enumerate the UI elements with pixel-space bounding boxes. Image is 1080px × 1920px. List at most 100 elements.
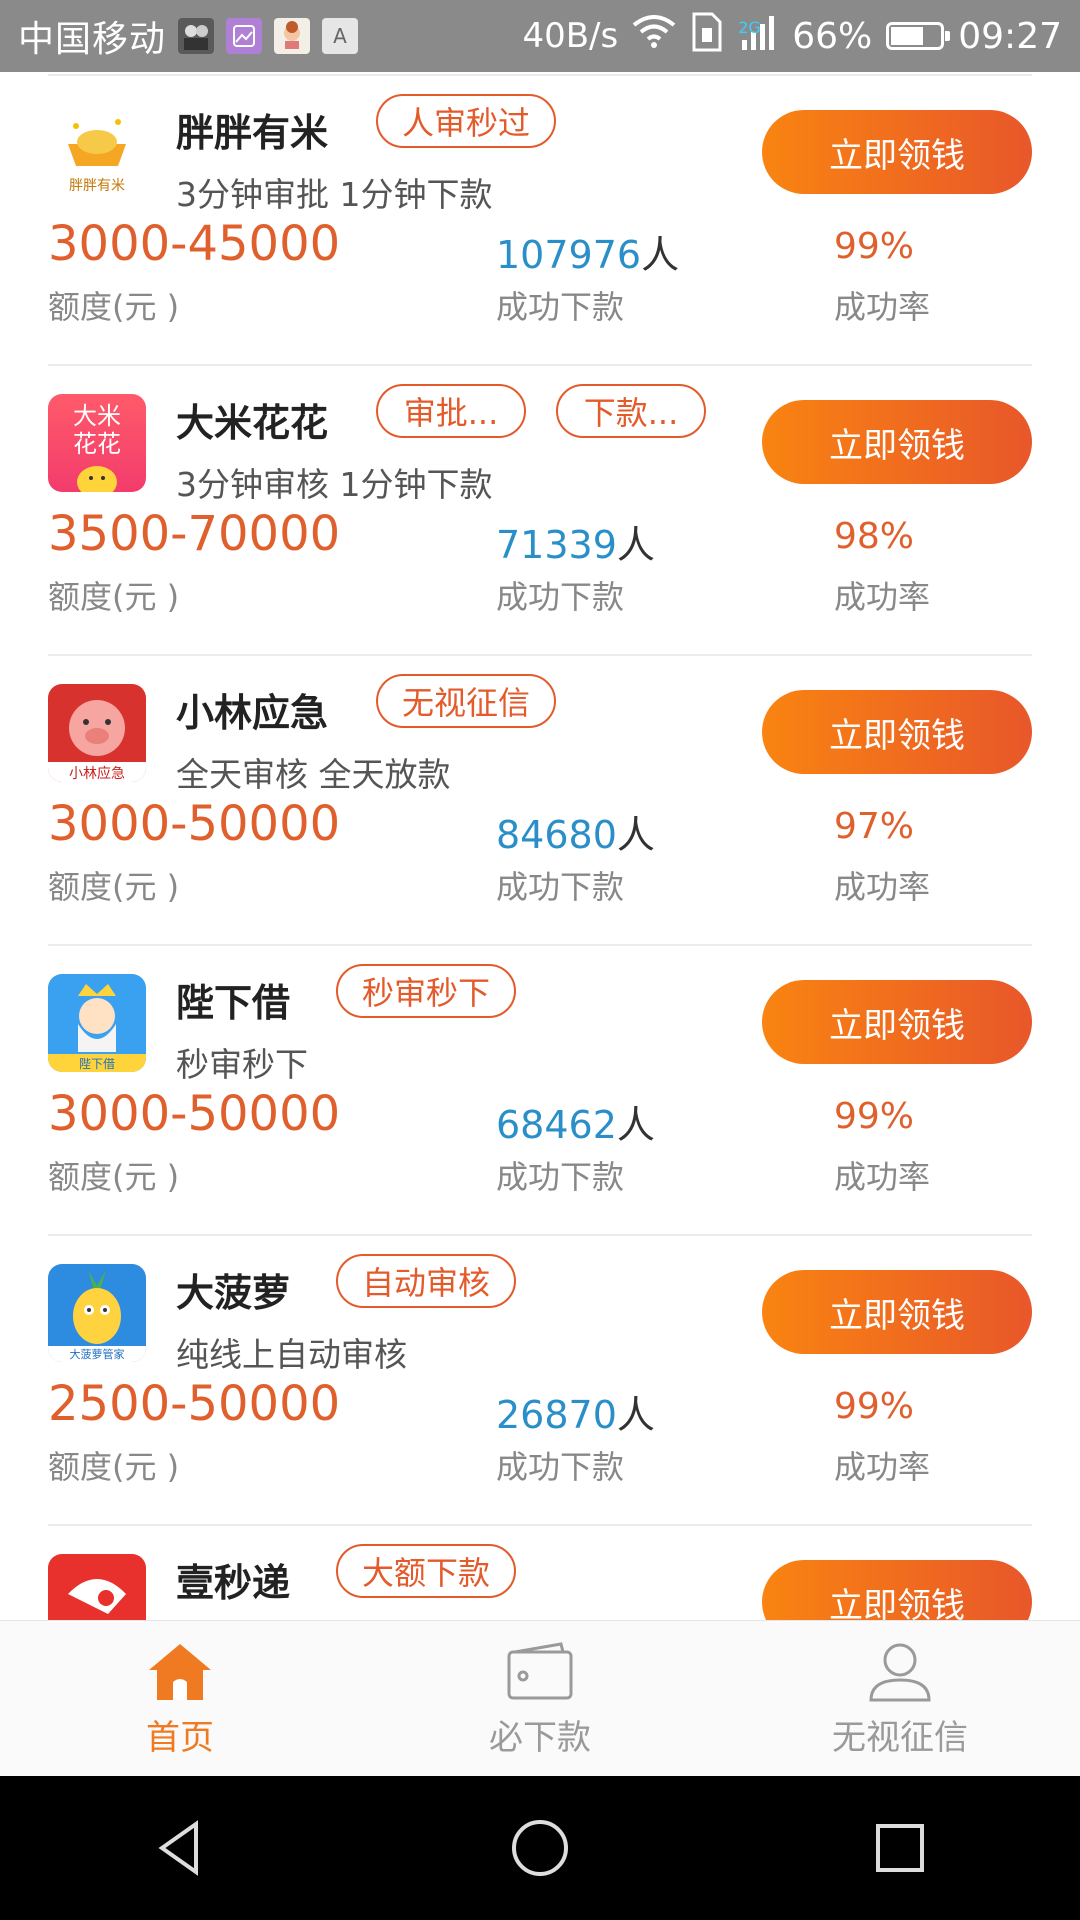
amount-label: 额度(元 ): [48, 1448, 180, 1486]
success-count-label: 成功下款: [496, 1448, 625, 1486]
success-count: 84680人: [496, 813, 655, 857]
loan-name: 陛下借: [176, 981, 291, 1025]
apply-button[interactable]: 立即领钱: [762, 980, 1032, 1064]
success-rate-label: 成功率: [834, 868, 931, 906]
loan-name: 壹秒递: [176, 1561, 291, 1605]
notification-avatar-icon: [178, 18, 215, 54]
app-logo-king-icon: 陛下借: [48, 974, 146, 1072]
apply-button[interactable]: 立即领钱: [762, 1270, 1032, 1354]
person-icon: [869, 1643, 931, 1701]
feature-tag: 审批...: [376, 384, 526, 438]
svg-text:陛下借: 陛下借: [79, 1056, 115, 1071]
loan-card[interactable]: 大菠萝管家 大菠萝 自动审核 纯线上自动审核 立即领钱 2500-50000 额…: [0, 1236, 1080, 1526]
carrier-label: 中国移动: [18, 19, 167, 60]
amount-label: 额度(元 ): [48, 868, 180, 906]
notification-keyboard-icon: A: [322, 18, 359, 54]
loan-card[interactable]: 大米 花花 大米花花 审批... 下款... 3分钟审核 1分钟下款 立即领钱 3…: [0, 366, 1080, 656]
feature-tag: 无视征信: [376, 674, 557, 728]
status-bar: 中国移动 A 40B/s 2G 66% 09:27: [0, 0, 1080, 72]
success-rate-label: 成功率: [834, 1158, 931, 1196]
success-count-label: 成功下款: [496, 578, 625, 616]
amount-label: 额度(元 ): [48, 578, 180, 616]
loan-name: 大米花花: [176, 401, 329, 445]
feature-tag: 下款...: [556, 384, 706, 438]
logo-text: 胖胖有米: [69, 178, 125, 194]
battery-icon: [886, 22, 951, 50]
success-count: 68462人: [496, 1103, 655, 1147]
loan-name: 胖胖有米: [176, 111, 329, 155]
bottom-nav: 首页 必下款 无视征信: [0, 1620, 1080, 1777]
loan-name: 大菠萝: [176, 1271, 291, 1315]
home-circle-icon[interactable]: [495, 1803, 585, 1893]
tag-group: 审批... 下款...: [376, 384, 706, 438]
tab-must-loan[interactable]: 必下款: [360, 1621, 720, 1777]
apply-button[interactable]: 立即领钱: [762, 110, 1032, 194]
amount-label: 额度(元 ): [48, 288, 180, 326]
loan-card[interactable]: 陛下借 陛下借 秒审秒下 秒审秒下 立即领钱 3000-50000 额度(元 )…: [0, 946, 1080, 1236]
loan-description: 秒审秒下: [176, 1045, 308, 1084]
svg-text:大菠萝管家: 大菠萝管家: [70, 1347, 125, 1361]
app-logo-red-icon: [48, 1554, 146, 1620]
wifi-icon: [632, 14, 676, 58]
success-count: 26870人: [496, 1393, 655, 1437]
success-count-label: 成功下款: [496, 288, 625, 326]
success-rate-label: 成功率: [834, 578, 931, 616]
loan-card[interactable]: 小林应急 小林应急 无视征信 全天审核 全天放款 立即领钱 3000-50000…: [0, 656, 1080, 946]
loan-description: 纯线上自动审核: [176, 1335, 407, 1374]
tab-label: 首页: [146, 1717, 214, 1758]
svg-text:花花: 花花: [73, 430, 121, 458]
clock: 09:27: [958, 15, 1062, 57]
notification-gallery-icon: [226, 18, 263, 54]
loan-amount-range: 3000-50000: [48, 796, 341, 852]
success-count: 107976人: [496, 233, 680, 277]
tab-ignore-credit[interactable]: 无视征信: [720, 1621, 1080, 1777]
success-count-label: 成功下款: [496, 868, 625, 906]
back-icon[interactable]: [135, 1803, 225, 1893]
app-logo-chick-icon: 大米 花花: [48, 394, 146, 492]
loan-amount-range: 3000-50000: [48, 1086, 341, 1142]
network-gen-label: 2G: [738, 17, 761, 37]
tag-group: 大额下款: [336, 1544, 517, 1598]
tab-label: 无视征信: [832, 1717, 968, 1758]
svg-text:大米: 大米: [73, 402, 121, 430]
battery-percent: 66%: [792, 15, 873, 57]
recents-icon[interactable]: [855, 1803, 945, 1893]
tag-group: 无视征信: [376, 674, 557, 728]
loan-card[interactable]: 壹秒递 大额下款 立即领钱: [0, 1526, 1080, 1620]
apply-button[interactable]: 立即领钱: [762, 400, 1032, 484]
success-count-label: 成功下款: [496, 1158, 625, 1196]
loan-list[interactable]: 胖胖有米 胖胖有米 人审秒过 3分钟审批 1分钟下款 立即领钱 3000-450…: [0, 72, 1080, 1620]
success-rate-label: 成功率: [834, 1448, 931, 1486]
apply-button[interactable]: 立即领钱: [762, 690, 1032, 774]
wallet-icon: [507, 1641, 573, 1699]
success-rate: 99%: [834, 226, 915, 267]
home-icon: [149, 1643, 211, 1700]
tag-group: 人审秒过: [376, 94, 557, 148]
tag-group: 秒审秒下: [336, 964, 517, 1018]
apply-button[interactable]: 立即领钱: [762, 1560, 1032, 1620]
app-logo-pineapple-icon: 大菠萝管家: [48, 1264, 146, 1362]
app-logo-pig-icon: 小林应急: [48, 684, 146, 782]
feature-tag: 秒审秒下: [336, 964, 517, 1018]
feature-tag: 人审秒过: [376, 94, 557, 148]
tab-label: 必下款: [489, 1717, 591, 1758]
loan-amount-range: 3500-70000: [48, 506, 341, 562]
success-rate-label: 成功率: [834, 288, 931, 326]
app-logo-gold-ingot-icon: 胖胖有米: [48, 104, 146, 202]
loan-card[interactable]: 胖胖有米 胖胖有米 人审秒过 3分钟审批 1分钟下款 立即领钱 3000-450…: [0, 76, 1080, 366]
amount-label: 额度(元 ): [48, 1158, 180, 1196]
loan-description: 3分钟审核 1分钟下款: [176, 465, 493, 504]
svg-text:小林应急: 小林应急: [69, 765, 125, 782]
feature-tag: 大额下款: [336, 1544, 517, 1598]
loan-name: 小林应急: [176, 691, 329, 735]
success-rate: 99%: [834, 1096, 915, 1137]
success-rate: 97%: [834, 806, 915, 847]
success-count: 71339人: [496, 523, 655, 567]
loan-description: 全天审核 全天放款: [176, 755, 451, 794]
feature-tag: 自动审核: [336, 1254, 517, 1308]
tab-home[interactable]: 首页: [0, 1621, 360, 1777]
success-rate: 99%: [834, 1386, 915, 1427]
loan-description: 3分钟审批 1分钟下款: [176, 175, 493, 214]
system-nav-bar: [0, 1776, 1080, 1920]
sim-icon: [690, 12, 724, 61]
